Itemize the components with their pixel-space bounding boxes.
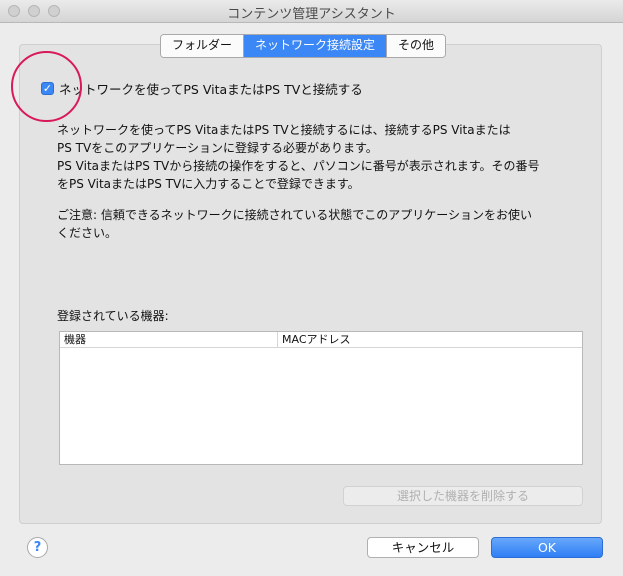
window-title: コンテンツ管理アシスタント xyxy=(227,7,396,22)
network-connect-label: ネットワークを使ってPS VitaまたはPS TVと接続する xyxy=(59,82,363,97)
caution-note: ご注意: 信頼できるネットワークに接続されている状態でこのアプリケーションをお使… xyxy=(57,206,577,242)
description-text: ネットワークを使ってPS VitaまたはPS TVと接続するには、接続するPS … xyxy=(57,121,577,193)
highlight-circle xyxy=(11,51,82,122)
registered-devices-label: 登録されている機器: xyxy=(57,309,169,323)
tab-folders[interactable]: フォルダー xyxy=(161,35,245,57)
note-line: ご注意: 信頼できるネットワークに接続されている状態でこのアプリケーションをお使… xyxy=(57,208,533,222)
column-header-device[interactable]: 機器 xyxy=(60,332,278,347)
tab-bar: フォルダー ネットワーク接続設定 その他 xyxy=(160,34,447,58)
cancel-button[interactable]: キャンセル xyxy=(367,537,479,558)
description-line: ネットワークを使ってPS VitaまたはPS TVと接続するには、接続するPS … xyxy=(57,123,511,137)
delete-selected-device-button[interactable]: 選択した機器を削除する xyxy=(343,486,583,506)
table-header: 機器 MACアドレス xyxy=(60,332,582,348)
description-line: PS TVをこのアプリケーションに登録する必要があります。 xyxy=(57,141,378,155)
network-connect-option[interactable]: ✓ ネットワークを使ってPS VitaまたはPS TVと接続する xyxy=(41,79,363,98)
description-line: をPS VitaまたはPS TVに入力することで登録できます。 xyxy=(57,177,360,191)
registered-devices-table[interactable]: 機器 MACアドレス xyxy=(59,331,583,465)
description-line: PS VitaまたはPS TVから接続の操作をすると、パソコンに番号が表示されま… xyxy=(57,159,540,173)
title-bar: コンテンツ管理アシスタント xyxy=(0,0,623,23)
tab-network-settings[interactable]: ネットワーク接続設定 xyxy=(244,35,388,57)
note-line: ください。 xyxy=(57,226,118,240)
column-header-mac-address[interactable]: MACアドレス xyxy=(278,332,582,347)
ok-button[interactable]: OK xyxy=(491,537,603,558)
tab-other[interactable]: その他 xyxy=(387,35,446,57)
help-button[interactable]: ? xyxy=(27,537,48,558)
